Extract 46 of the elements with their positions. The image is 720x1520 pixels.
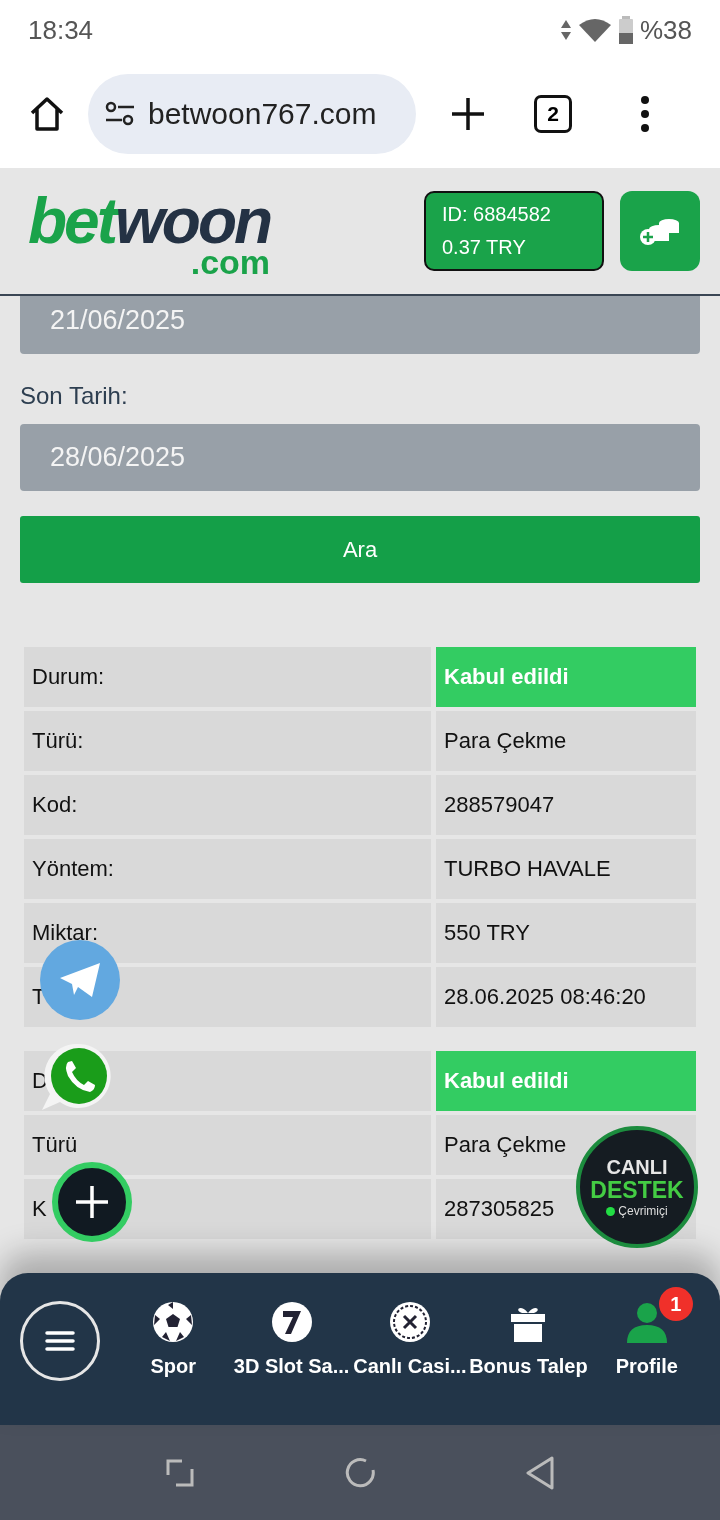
online-dot xyxy=(606,1207,616,1217)
nav-item[interactable]: 1 Profile xyxy=(587,1285,707,1378)
url-text: betwoon767.com xyxy=(148,97,377,131)
nav-item[interactable]: Bonus Talep xyxy=(469,1285,588,1378)
table-cell: Kod: xyxy=(24,775,431,835)
back-icon[interactable] xyxy=(526,1456,554,1490)
menu-icon xyxy=(45,1330,75,1352)
more-menu-icon[interactable] xyxy=(640,96,650,132)
paper-plane-icon xyxy=(58,961,102,999)
data-arrows-icon xyxy=(559,18,572,42)
table-cell: Miktar: xyxy=(24,903,431,963)
deposit-button[interactable] xyxy=(620,191,700,271)
nav-item[interactable]: 3D Slot Sa... xyxy=(232,1285,351,1378)
clock: 18:34 xyxy=(28,14,94,46)
nav-item[interactable]: Spor xyxy=(114,1285,233,1378)
table-cell: Türü: xyxy=(24,711,431,771)
plus-icon xyxy=(74,1184,110,1220)
tab-count-button[interactable]: 2 xyxy=(534,95,572,133)
user-icon xyxy=(624,1301,669,1343)
site-settings-icon[interactable] xyxy=(104,100,136,128)
new-tab-icon[interactable] xyxy=(450,96,486,132)
table-cell: Yöntem: xyxy=(24,839,431,899)
table-cell: Durum: xyxy=(24,647,431,707)
site-logo[interactable]: betwoon .com xyxy=(28,189,271,279)
status-cell: Kabul edildi xyxy=(436,1051,696,1111)
status-cell: Kabul edildi xyxy=(436,647,696,707)
table-cell: TURBO HAVALE xyxy=(436,839,696,899)
home-icon[interactable] xyxy=(28,95,66,133)
nav-item[interactable]: Canlı Casi... xyxy=(350,1285,470,1378)
soccer-ball-icon xyxy=(152,1301,195,1343)
online-status: Çevrimiçi xyxy=(618,1205,668,1219)
battery-percent: %38 xyxy=(639,14,692,46)
table-cell: 28.06.2025 08:46:20 xyxy=(436,967,696,1027)
lucky-seven-icon xyxy=(270,1301,313,1343)
table-cell: 288579047 xyxy=(436,775,696,835)
recents-icon[interactable] xyxy=(166,1459,194,1487)
wifi-icon xyxy=(577,17,612,43)
roulette-icon xyxy=(388,1301,431,1343)
table-cell: 550 TRY xyxy=(436,903,696,963)
field-label: Son Tarih: xyxy=(20,382,129,410)
menu-button[interactable] xyxy=(20,1301,100,1381)
battery-icon xyxy=(617,16,634,44)
table-cell: Para Çekme xyxy=(436,711,696,771)
notification-badge: 1 xyxy=(658,1287,693,1321)
table-cell: Türü xyxy=(24,1115,431,1175)
address-bar[interactable]: betwoon767.com xyxy=(88,74,416,154)
